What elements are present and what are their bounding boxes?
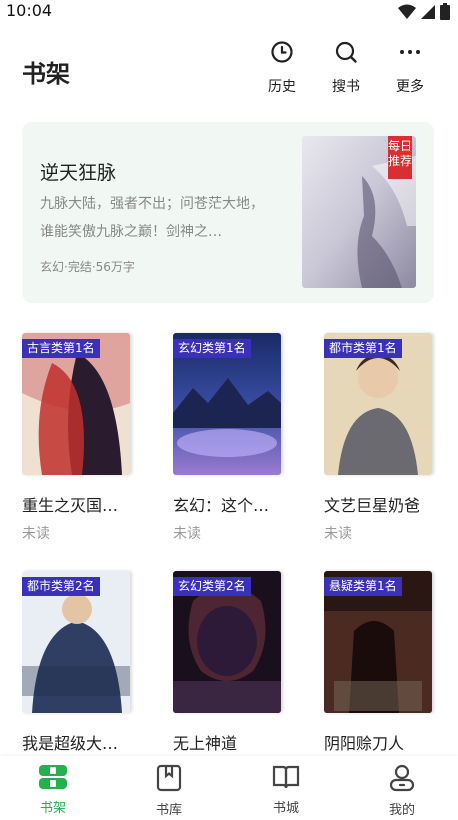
nav-tab-profile[interactable]: 我的 [372, 764, 432, 818]
book-cover[interactable]: 玄幻类第2名 [173, 571, 281, 713]
book-title: 无上神道 [173, 734, 238, 753]
status-bar: 10:04 [0, 0, 458, 24]
book-cover[interactable]: 玄幻类第1名 [173, 333, 281, 475]
profile-icon [389, 764, 415, 792]
book-item[interactable]: 都市类第2名 我是超级大… [22, 571, 136, 754]
cell-signal-icon [421, 4, 435, 19]
book-item[interactable]: 古言类第1名 重生之灭国… 未读 [22, 333, 136, 543]
page-title: 书架 [22, 60, 70, 88]
search-books-label: 搜书 [332, 79, 360, 95]
nav-tab-bookshelf[interactable]: 书架 [23, 764, 83, 816]
nav-tab-library[interactable]: 书库 [139, 764, 199, 818]
nav-label: 书架 [39, 801, 66, 816]
rank-badge: 玄幻类第2名 [173, 577, 251, 596]
book-read-status: 未读 [173, 526, 201, 542]
search-icon [335, 41, 357, 63]
nav-label: 书库 [155, 803, 182, 818]
status-icons [398, 3, 450, 20]
nav-tab-bookstore[interactable]: 书城 [256, 764, 316, 816]
book-title: 玄幻：这个… [173, 496, 270, 515]
book-title: 我是超级大… [22, 734, 119, 753]
featured-book-title: 逆天狂脉 [40, 162, 117, 184]
nav-label: 书城 [272, 801, 299, 816]
rank-badge: 都市类第2名 [22, 577, 100, 596]
bottom-nav: 书架 书库 书城 我的 [0, 756, 458, 820]
nav-label: 我的 [388, 803, 415, 818]
more-dots-icon [400, 50, 420, 54]
featured-book-description: 九脉大陆，强者不出；问苍茫大地，谁能笑傲九脉之巅！剑神之… [40, 196, 264, 240]
book-read-status: 未读 [324, 526, 352, 542]
book-title: 阴阳赊刀人 [324, 734, 405, 753]
book-item[interactable]: 玄幻类第2名 无上神道 [173, 571, 287, 754]
wifi-icon [398, 4, 416, 19]
more-button[interactable]: 更多 [385, 40, 435, 96]
search-books-button[interactable]: 搜书 [321, 40, 371, 96]
bookshelf-icon [39, 765, 67, 789]
rank-badge: 古言类第1名 [22, 339, 100, 358]
rank-badge: 悬疑类第1名 [324, 577, 402, 596]
book-item[interactable]: 都市类第1名 文艺巨星奶爸 未读 [324, 333, 438, 543]
book-cover[interactable]: 悬疑类第1名 [324, 571, 432, 713]
history-button[interactable]: 历史 [257, 40, 307, 96]
clock-icon [271, 41, 293, 63]
status-time: 10:04 [6, 1, 53, 20]
book-title: 重生之灭国… [22, 496, 119, 515]
book-title: 文艺巨星奶爸 [324, 496, 421, 515]
open-book-icon [272, 765, 300, 789]
more-label: 更多 [396, 79, 424, 95]
book-cover[interactable]: 都市类第1名 [324, 333, 432, 475]
book-cover[interactable]: 古言类第1名 [22, 333, 130, 475]
featured-book-card[interactable]: 逆天狂脉 九脉大陆，强者不出；问苍茫大地，谁能笑傲九脉之巅！剑神之… 玄幻·完结… [22, 122, 434, 303]
book-item[interactable]: 悬疑类第1名 阴阳赊刀人 [324, 571, 438, 754]
rank-badge: 玄幻类第1名 [173, 339, 251, 358]
rank-badge: 都市类第1名 [324, 339, 402, 358]
history-label: 历史 [268, 79, 296, 95]
featured-book-meta: 玄幻·完结·56万字 [40, 260, 135, 274]
daily-recommend-badge: 每日推荐 [388, 136, 412, 179]
bookmark-book-icon [156, 764, 182, 792]
book-cover[interactable]: 都市类第2名 [22, 571, 130, 713]
featured-book-cover[interactable]: 每日推荐 [302, 136, 416, 288]
book-item[interactable]: 玄幻类第1名 玄幻：这个… 未读 [173, 333, 287, 543]
header: 书架 历史 搜书 更多 [0, 28, 458, 108]
battery-icon [440, 3, 450, 20]
book-read-status: 未读 [22, 526, 50, 542]
